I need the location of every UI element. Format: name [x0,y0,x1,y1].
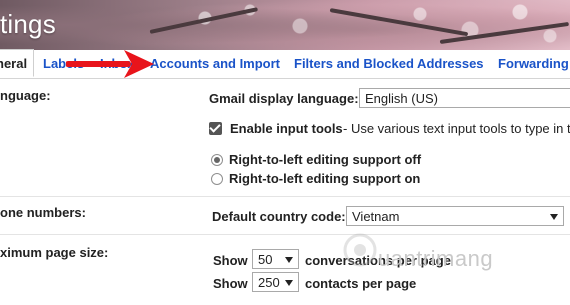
tab-general[interactable]: neral [0,49,35,77]
checkmark-icon [209,121,221,133]
conversations-per-page-value: 50 [258,252,273,267]
country-code-value: Vietnam [352,209,400,224]
input-tools-description: - Use various text input tools to type i… [343,121,570,136]
display-language-select[interactable]: English (US) [359,88,570,108]
conversations-per-page-select[interactable]: 50 [252,249,299,269]
page-title: tings [0,9,56,39]
theme-header: tings [0,0,570,50]
rtl-off-label: Right-to-left editing support off [229,152,422,167]
phone-numbers-section-label: one numbers: [0,205,86,220]
branch-decoration [149,7,259,34]
display-language-label: Gmail display language: [209,91,359,106]
input-tools-checkbox[interactable] [209,121,222,135]
country-code-select[interactable]: Vietnam [346,206,564,226]
rtl-on-radio[interactable] [211,173,223,185]
show-label: Show [213,276,248,291]
watermark-logo-icon [343,233,377,267]
rtl-off-radio[interactable] [211,154,223,166]
chevron-down-icon [285,257,293,263]
watermark-text: uantrimang [378,246,494,271]
row-divider [0,196,570,197]
display-language-value: English (US) [365,91,438,106]
chevron-down-icon [285,280,293,286]
language-section-label: nguage: [0,88,51,103]
row-divider [0,234,570,235]
contacts-per-page-select[interactable]: 250 [252,272,299,292]
contacts-per-page-label: contacts per page [305,276,417,291]
tab-forwarding[interactable]: Forwarding [498,50,569,78]
tab-accounts-and-import[interactable]: Accounts and Import [150,50,280,78]
chevron-down-icon [550,214,558,220]
input-tools-label: Enable input tools [230,121,343,136]
default-country-code-label: Default country code: [212,209,346,224]
show-label: Show [213,253,248,268]
rtl-on-label: Right-to-left editing support on [229,171,421,186]
contacts-per-page-value: 250 [258,275,280,290]
branch-decoration [329,8,469,37]
tab-filters-and-blocked-addresses[interactable]: Filters and Blocked Addresses [294,50,484,78]
page-size-section-label: ximum page size: [0,245,109,260]
red-arrow-annotation [66,50,154,78]
